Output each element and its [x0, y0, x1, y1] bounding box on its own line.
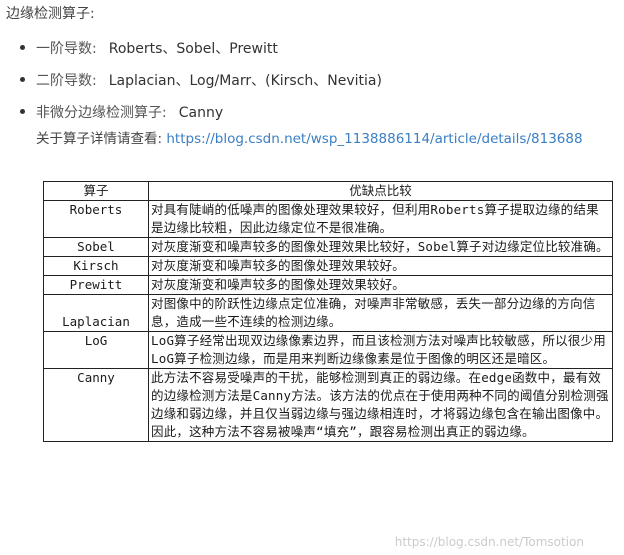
operator-description: 对灰度渐变和噪声较多的图像处理效果较好。	[148, 275, 613, 295]
list-item-value: Laplacian、Log/Marr、(Kirsch、Nevitia)	[108, 73, 382, 89]
operator-description: LoG算子经常出现双边缘像素边界，而且该检测方法对噪声比较敏感，所以很少用LoG…	[148, 331, 613, 369]
bullet-icon	[20, 77, 25, 82]
operator-description: 对图像中的阶跃性边缘点定位准确，对噪声非常敏感，丢失一部分边缘的方向信息，造成一…	[148, 294, 613, 332]
watermark: https://blog.csdn.net/Tomsotion	[394, 535, 584, 549]
list-item-value: Canny	[178, 105, 224, 121]
detail-label: 关于算子详情请查看:	[36, 131, 163, 147]
list-item-label: 二阶导数:	[36, 73, 97, 89]
operator-name: Laplacian	[43, 294, 149, 332]
table-row: Sobel 对灰度渐变和噪声较多的图像处理效果比较好，Sobel算子对边缘定位比…	[43, 237, 613, 257]
header-operator: 算子	[43, 181, 149, 201]
operator-name: LoG	[43, 331, 149, 369]
operator-name: Canny	[43, 368, 149, 442]
table-row: Canny 此方法不容易受噪声的干扰，能够检测到真正的弱边缘。在edge函数中，…	[43, 368, 613, 442]
list-item-second-order: 二阶导数: Laplacian、Log/Marr、(Kirsch、Nevitia)	[0, 70, 624, 102]
table-row: Kirsch 对灰度渐变和噪声较多的图像处理效果较好。	[43, 256, 613, 276]
operator-name: Sobel	[43, 237, 149, 257]
section-heading: 边缘检测算子:	[6, 6, 95, 22]
operator-description: 对灰度渐变和噪声较多的图像处理效果较好。	[148, 256, 613, 276]
header-comparison: 优缺点比较	[148, 181, 613, 201]
detail-link[interactable]: https://blog.csdn.net/wsp_1138886114/art…	[166, 131, 582, 147]
operator-list: 一阶导数: Roberts、Sobel、Prewitt 二阶导数: Laplacia…	[0, 38, 624, 134]
operator-name: Kirsch	[43, 256, 149, 276]
list-item-label: 非微分边缘检测算子:	[36, 105, 167, 121]
operator-description: 对灰度渐变和噪声较多的图像处理效果比较好，Sobel算子对边缘定位比较准确。	[148, 237, 613, 257]
bullet-icon	[20, 45, 25, 50]
bullet-icon	[20, 109, 25, 114]
list-item-label: 一阶导数:	[36, 41, 97, 57]
table-row: Roberts 对具有陡峭的低噪声的图像处理效果较好，但利用Roberts算子提…	[43, 200, 613, 238]
table-row: Laplacian 对图像中的阶跃性边缘点定位准确，对噪声非常敏感，丢失一部分边…	[43, 294, 613, 332]
table-row: Prewitt 对灰度渐变和噪声较多的图像处理效果较好。	[43, 275, 613, 295]
operator-name: Prewitt	[43, 275, 149, 295]
table-header-row: 算子 优缺点比较	[43, 181, 613, 201]
operator-comparison-table: 算子 优缺点比较 Roberts 对具有陡峭的低噪声的图像处理效果较好，但利用R…	[43, 181, 613, 442]
operator-name: Roberts	[43, 200, 149, 238]
operator-description: 对具有陡峭的低噪声的图像处理效果较好，但利用Roberts算子提取边缘的结果是边…	[148, 200, 613, 238]
detail-line: 关于算子详情请查看: https://blog.csdn.net/wsp_113…	[36, 127, 583, 147]
document-page: 边缘检测算子: 一阶导数: Roberts、Sobel、Prewitt 二阶导数:…	[0, 0, 624, 555]
operator-description: 此方法不容易受噪声的干扰，能够检测到真正的弱边缘。在edge函数中，最有效的边缘…	[148, 368, 613, 442]
list-item-first-order: 一阶导数: Roberts、Sobel、Prewitt	[0, 38, 624, 70]
table-row: LoG LoG算子经常出现双边缘像素边界，而且该检测方法对噪声比较敏感，所以很少…	[43, 331, 613, 369]
list-item-value: Roberts、Sobel、Prewitt	[108, 41, 278, 57]
